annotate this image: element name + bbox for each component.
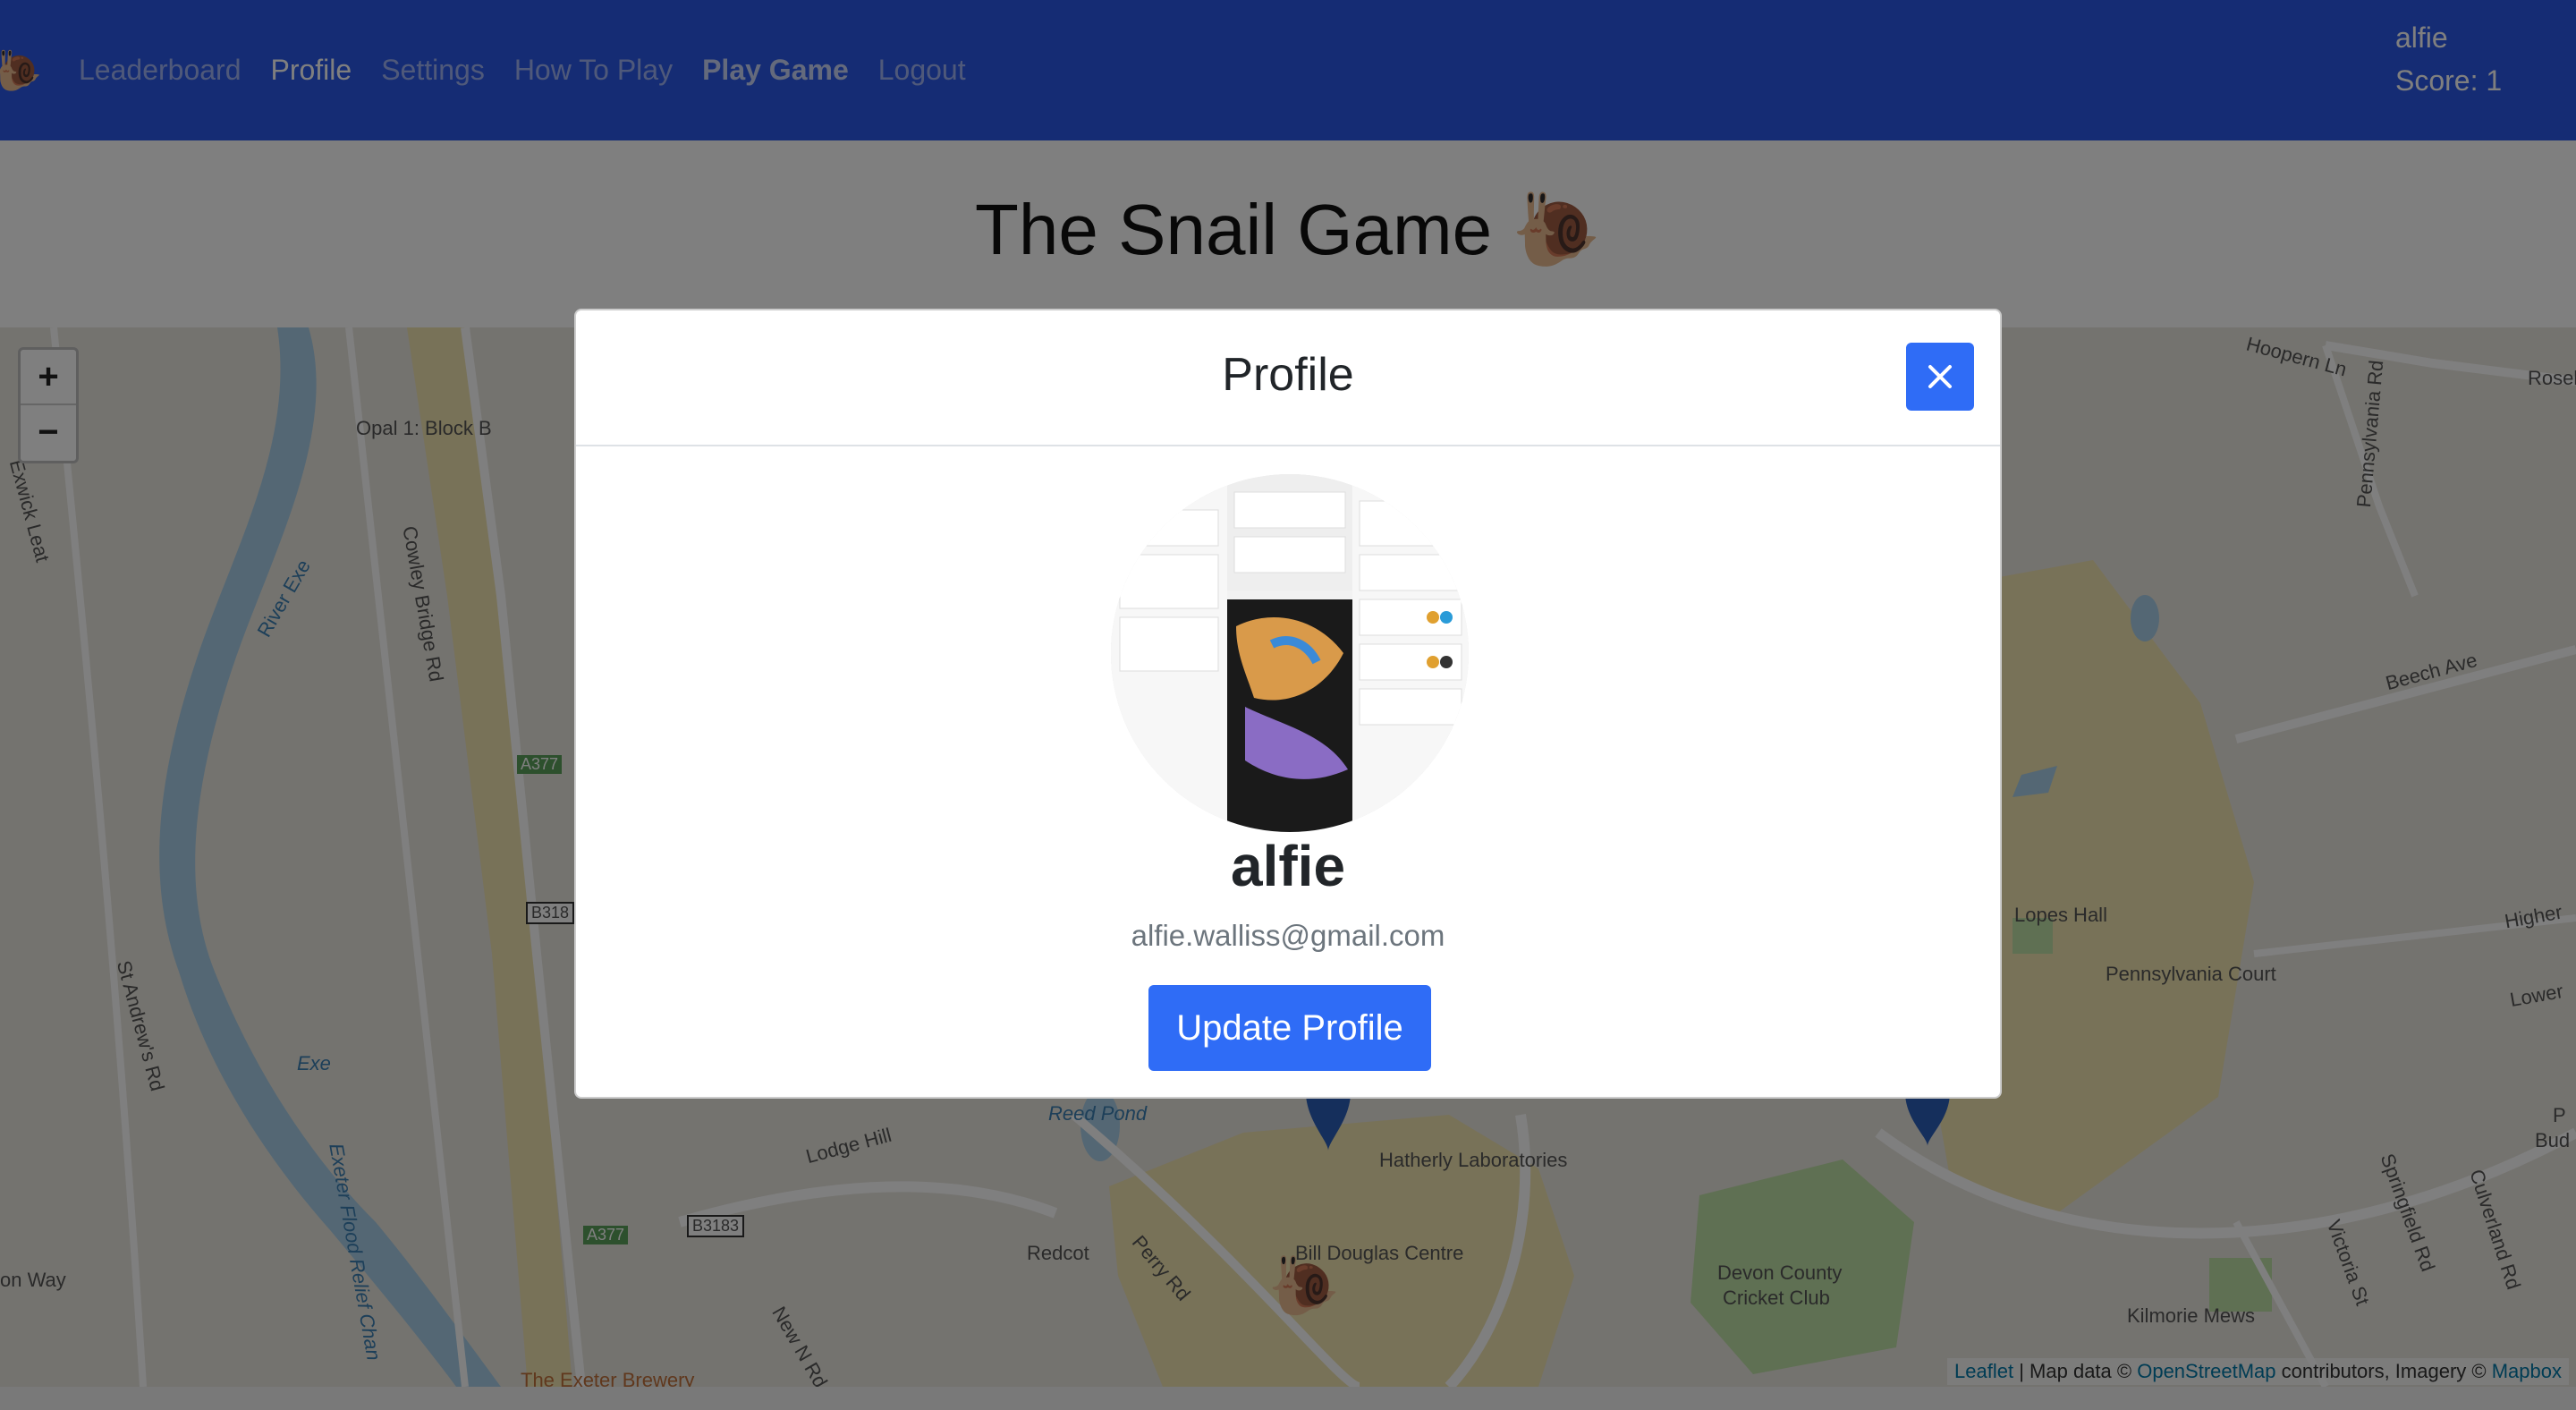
close-button[interactable] — [1906, 343, 1974, 411]
profile-modal: Profile alfie alfie.walliss@gmail.com Up… — [574, 309, 2002, 1099]
modal-header: Profile — [576, 310, 2000, 446]
avatar — [1111, 474, 1469, 832]
profile-name: alfie — [1230, 834, 1346, 898]
profile-email: alfie.walliss@gmail.com — [1131, 919, 1445, 952]
close-icon — [1928, 365, 1952, 388]
modal-title: Profile — [1222, 349, 1354, 401]
update-profile-button[interactable]: Update Profile — [1148, 985, 1431, 1071]
avatar-image — [1111, 474, 1469, 832]
